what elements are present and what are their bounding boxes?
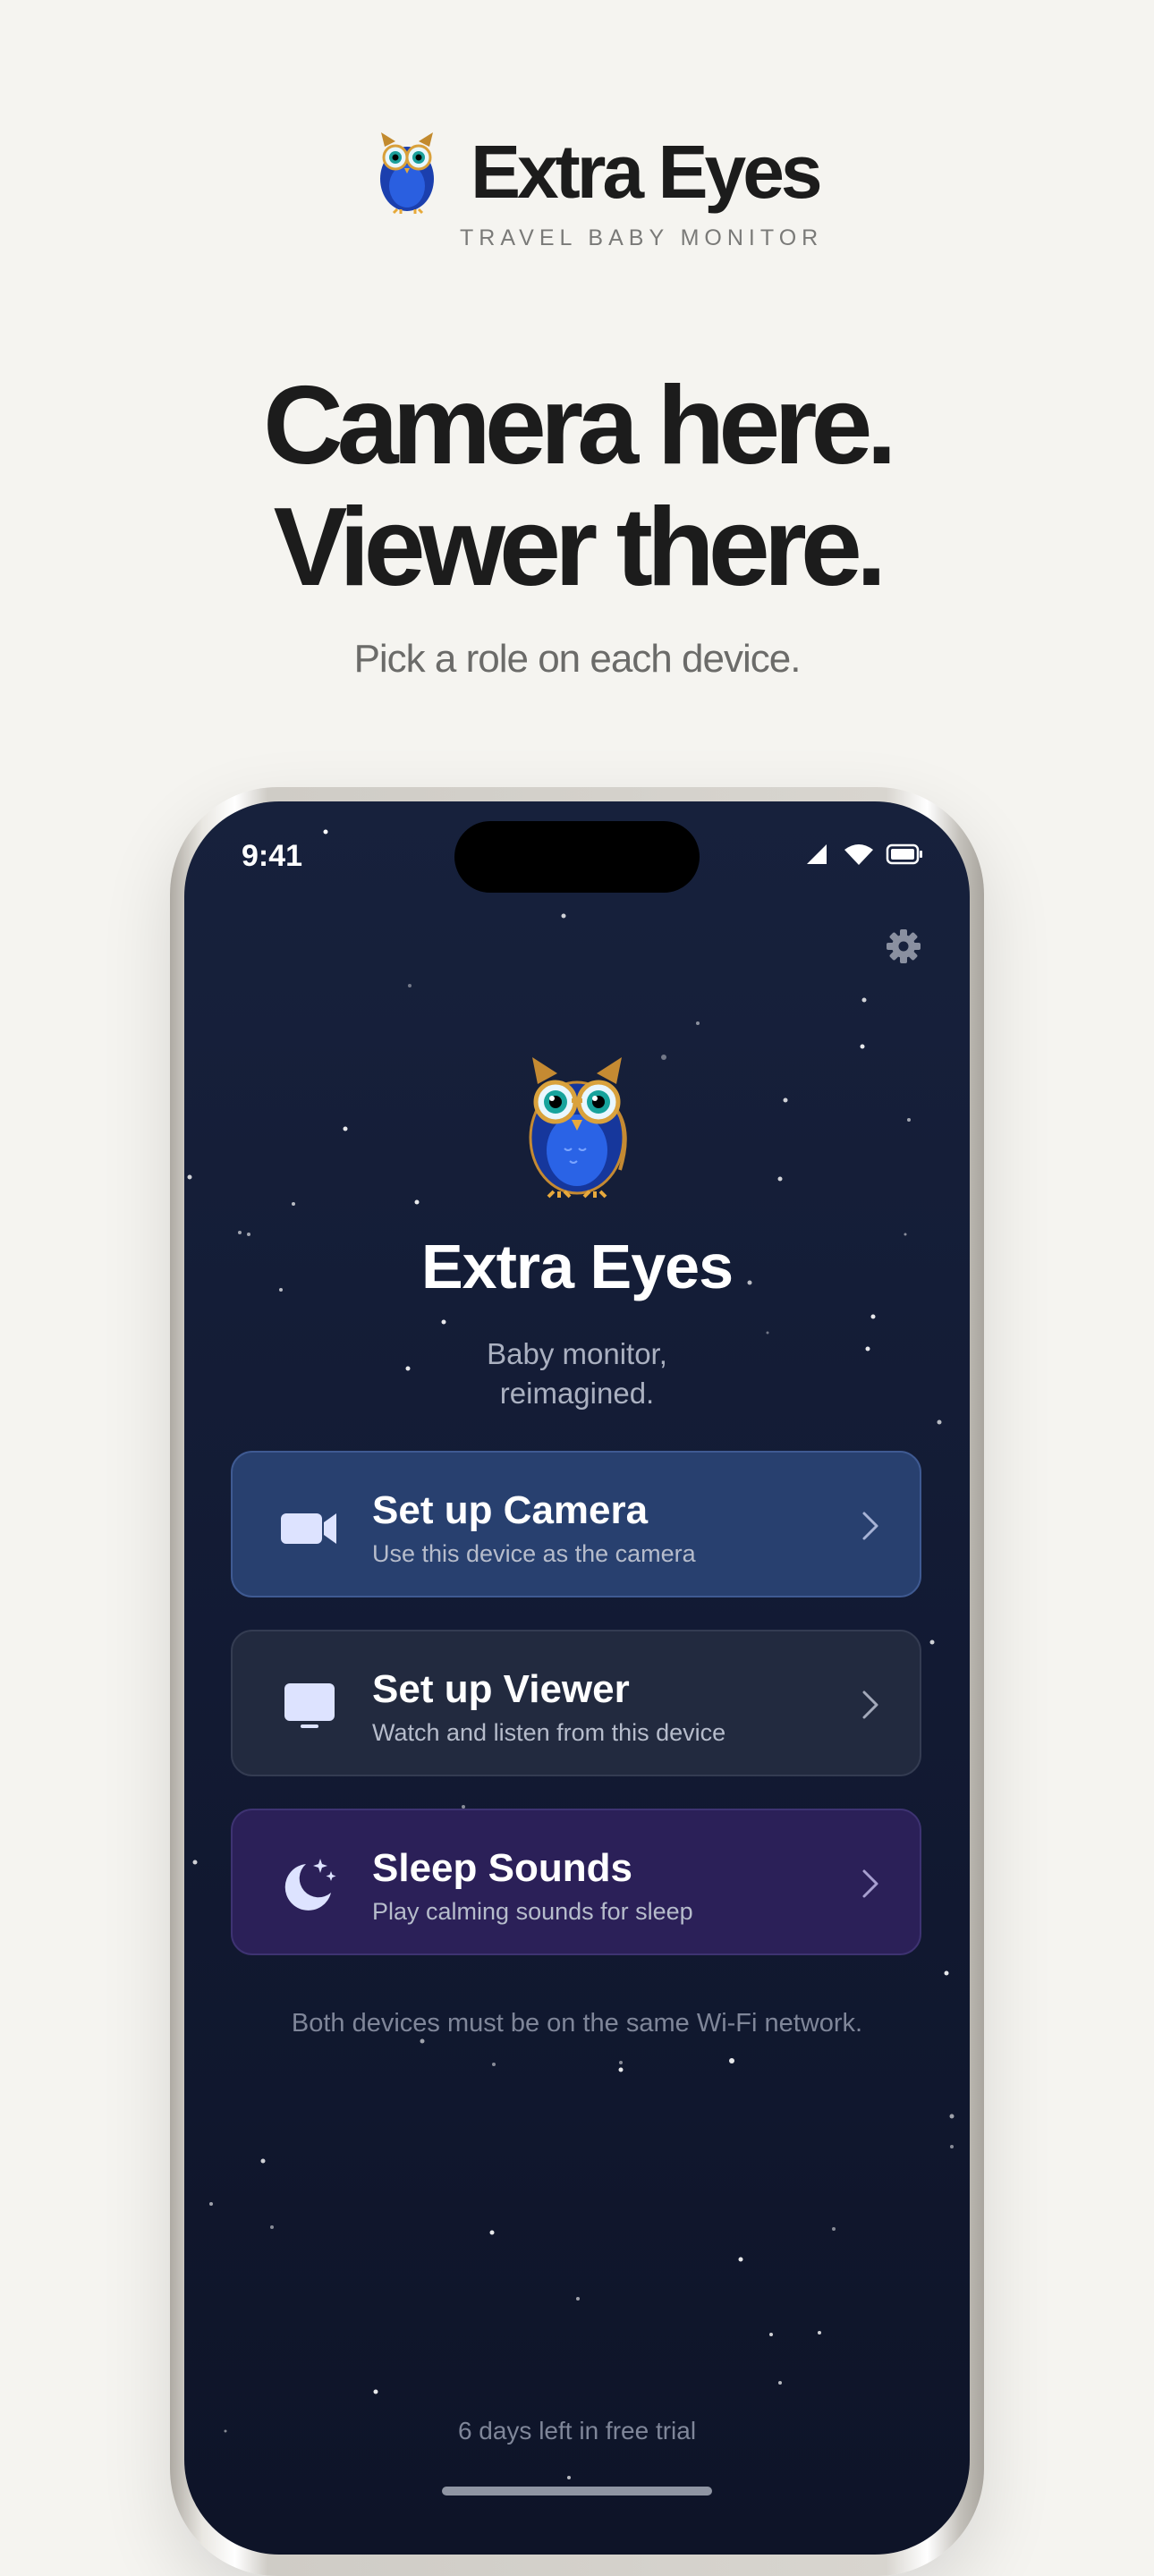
sleep-sounds-button[interactable]: Sleep Sounds Play calming sounds for sle… (231, 1809, 921, 1955)
hero-line-2: Viewer there. (273, 486, 887, 609)
owl-icon (380, 132, 434, 215)
chevron-right-icon (862, 1869, 878, 1898)
app-subtitle-line-2: reimagined. (499, 1377, 655, 1410)
app-subtitle-line-1: Baby monitor, (487, 1337, 667, 1370)
signal-icon (807, 844, 827, 864)
brand-tagline: TRAVEL BABY MONITOR (460, 225, 824, 250)
battery-icon (886, 843, 922, 865)
trial-status: 6 days left in free trial (457, 2417, 697, 2445)
chevron-right-icon (862, 1690, 878, 1719)
moon-stars-icon (284, 1859, 336, 1911)
hero-subtitle: Pick a role on each device. (353, 637, 802, 681)
setup-viewer-description: Watch and listen from this device (372, 1719, 726, 1746)
setup-viewer-button[interactable]: Set up Viewer Watch and listen from this… (231, 1630, 921, 1776)
setup-camera-title: Set up Camera (372, 1488, 649, 1532)
brand-header: Extra Eyes TRAVEL BABY MONITOR (0, 116, 1154, 268)
dynamic-island (454, 821, 700, 893)
app-title: Extra Eyes (420, 1232, 734, 1301)
sleep-sounds-description: Play calming sounds for sleep (372, 1898, 693, 1925)
setup-camera-description: Use this device as the camera (372, 1540, 696, 1567)
status-time: 9:41 (242, 839, 303, 873)
setup-camera-button[interactable]: Set up Camera Use this device as the cam… (231, 1451, 921, 1597)
chevron-right-icon (862, 1512, 878, 1540)
setup-viewer-title: Set up Viewer (372, 1667, 630, 1711)
home-indicator[interactable] (442, 2487, 712, 2496)
video-camera-icon (281, 1513, 336, 1544)
status-icons (807, 843, 922, 865)
monitor-icon (284, 1683, 335, 1728)
phone-screen: 9:41 Extra Eyes Baby monitor, reimagined… (184, 801, 970, 2555)
wifi-icon (844, 844, 873, 865)
hero-headline: Camera here. Viewer there. (0, 365, 1154, 608)
app-subtitle: Baby monitor, reimagined. (184, 1335, 970, 1413)
hero-line-1: Camera here. (263, 364, 897, 487)
brand-name: Extra Eyes (471, 130, 823, 214)
owl-mascot-icon (529, 1057, 627, 1199)
sleep-sounds-title: Sleep Sounds (372, 1846, 632, 1890)
network-note: Both devices must be on the same Wi-Fi n… (291, 2009, 863, 2038)
gear-icon[interactable] (884, 927, 923, 966)
